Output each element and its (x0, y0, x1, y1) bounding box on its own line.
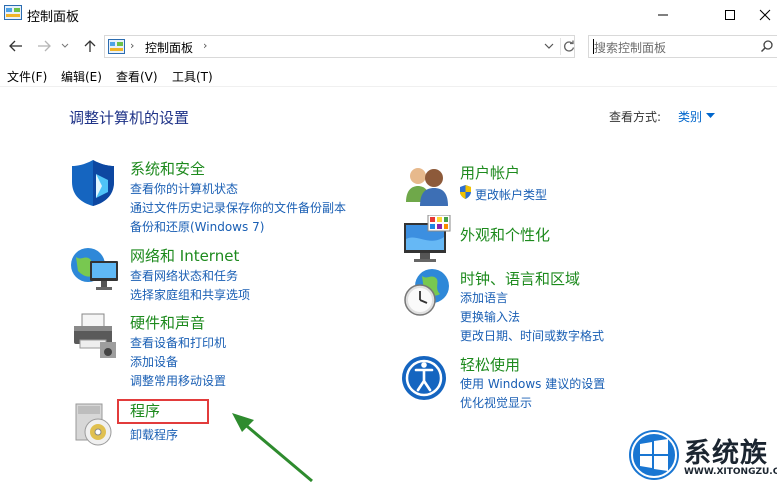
shield-icon[interactable] (70, 158, 120, 208)
uac-shield-icon (460, 185, 471, 199)
chevron-down-icon[interactable] (543, 40, 555, 52)
title-bar: 控制面板 (0, 0, 777, 30)
navigation-bar: › 控制面板 › 搜索控制面板 (0, 30, 777, 62)
watermark-text: 系统族 (684, 438, 768, 469)
category-title-user-accounts[interactable]: 用户帐户 (460, 162, 520, 183)
view-by-dropdown[interactable]: 类别 (678, 108, 702, 125)
up-button[interactable] (80, 36, 100, 56)
link-file-history[interactable]: 通过文件历史记录保存你的文件备份副本 (130, 199, 346, 216)
window-title: 控制面板 (27, 10, 80, 25)
link-windows-recommended-settings[interactable]: 使用 Windows 建议的设置 (460, 375, 605, 392)
menu-tools[interactable]: 工具(T) (172, 68, 213, 85)
link-devices-printers[interactable]: 查看设备和打印机 (130, 334, 226, 351)
link-homegroup-sharing[interactable]: 选择家庭组和共享选项 (130, 286, 250, 303)
menu-edit[interactable]: 编辑(E) (61, 68, 102, 85)
category-title-system-security[interactable]: 系统和安全 (130, 158, 205, 179)
search-placeholder: 搜索控制面板 (594, 41, 667, 55)
maximize-icon (725, 10, 735, 20)
search-icon[interactable] (760, 39, 774, 53)
minimize-button[interactable] (640, 0, 686, 30)
category-title-appearance[interactable]: 外观和个性化 (460, 224, 550, 245)
network-globe-icon[interactable] (70, 245, 120, 295)
arrow-left-icon (9, 40, 22, 52)
watermark: 系统族 WWW.XITONGZU.COM (628, 427, 777, 484)
link-backup-restore[interactable]: 备份和还原(Windows 7) (130, 218, 264, 235)
highlight-box (117, 399, 209, 424)
close-button[interactable] (752, 0, 777, 30)
programs-disc-icon[interactable] (70, 400, 120, 450)
link-optimize-visual-display[interactable]: 优化视觉显示 (460, 394, 532, 411)
link-add-language[interactable]: 添加语言 (460, 289, 508, 306)
monitor-palette-icon[interactable] (402, 215, 452, 265)
control-panel-icon (4, 5, 22, 20)
maximize-button[interactable] (707, 0, 753, 30)
recent-locations-button[interactable] (59, 36, 71, 56)
link-change-input-method[interactable]: 更换输入法 (460, 308, 520, 325)
link-network-status[interactable]: 查看网络状态和任务 (130, 267, 238, 284)
refresh-icon (564, 40, 575, 52)
annotation-arrow-icon (232, 413, 313, 483)
chevron-down-icon (61, 43, 69, 48)
caret-down-icon[interactable] (706, 113, 715, 119)
menu-file[interactable]: 文件(F) (7, 68, 47, 85)
menu-view[interactable]: 查看(V) (116, 68, 158, 85)
back-button[interactable] (6, 36, 26, 56)
refresh-button[interactable] (560, 38, 576, 55)
forward-button[interactable] (34, 36, 54, 56)
link-add-device[interactable]: 添加设备 (130, 353, 178, 370)
printer-icon[interactable] (70, 312, 120, 362)
control-panel-icon (108, 39, 125, 54)
breadcrumb-separator-icon: › (130, 39, 135, 52)
view-by-label: 查看方式: (609, 110, 662, 124)
ease-of-access-icon[interactable] (402, 354, 452, 404)
page-title: 调整计算机的设置 (69, 109, 190, 127)
breadcrumb-separator-icon[interactable]: › (203, 39, 207, 52)
category-title-network-internet[interactable]: 网络和 Internet (130, 245, 239, 266)
link-view-computer-status[interactable]: 查看你的计算机状态 (130, 180, 238, 197)
link-change-account-type[interactable]: 更改帐户类型 (475, 186, 547, 203)
arrow-right-icon (38, 40, 51, 52)
category-title-clock-language-region[interactable]: 时钟、语言和区域 (460, 268, 580, 289)
breadcrumb-control-panel[interactable]: 控制面板 (145, 39, 193, 56)
menu-bar: 文件(F) 编辑(E) 查看(V) 工具(T) (0, 62, 777, 87)
search-box[interactable]: 搜索控制面板 (588, 35, 777, 58)
clock-globe-icon[interactable] (402, 268, 452, 318)
arrow-up-icon (84, 40, 96, 52)
link-uninstall-program[interactable]: 卸载程序 (130, 426, 178, 443)
users-icon[interactable] (402, 162, 452, 212)
minimize-icon (658, 14, 668, 16)
link-mobility-settings[interactable]: 调整常用移动设置 (130, 372, 226, 389)
main-content: 调整计算机的设置 查看方式: 类别 系统和安全 查看你的计算机状态 通过文件历史… (0, 88, 777, 484)
category-title-ease-of-access[interactable]: 轻松使用 (460, 354, 520, 375)
category-title-hardware-sound[interactable]: 硬件和声音 (130, 312, 205, 333)
close-icon (759, 9, 770, 21)
address-bar[interactable]: › 控制面板 › (104, 35, 575, 58)
link-change-date-time-format[interactable]: 更改日期、时间或数字格式 (460, 327, 604, 344)
watermark-url: WWW.XITONGZU.COM (684, 467, 777, 477)
windows-logo-icon (629, 430, 679, 480)
